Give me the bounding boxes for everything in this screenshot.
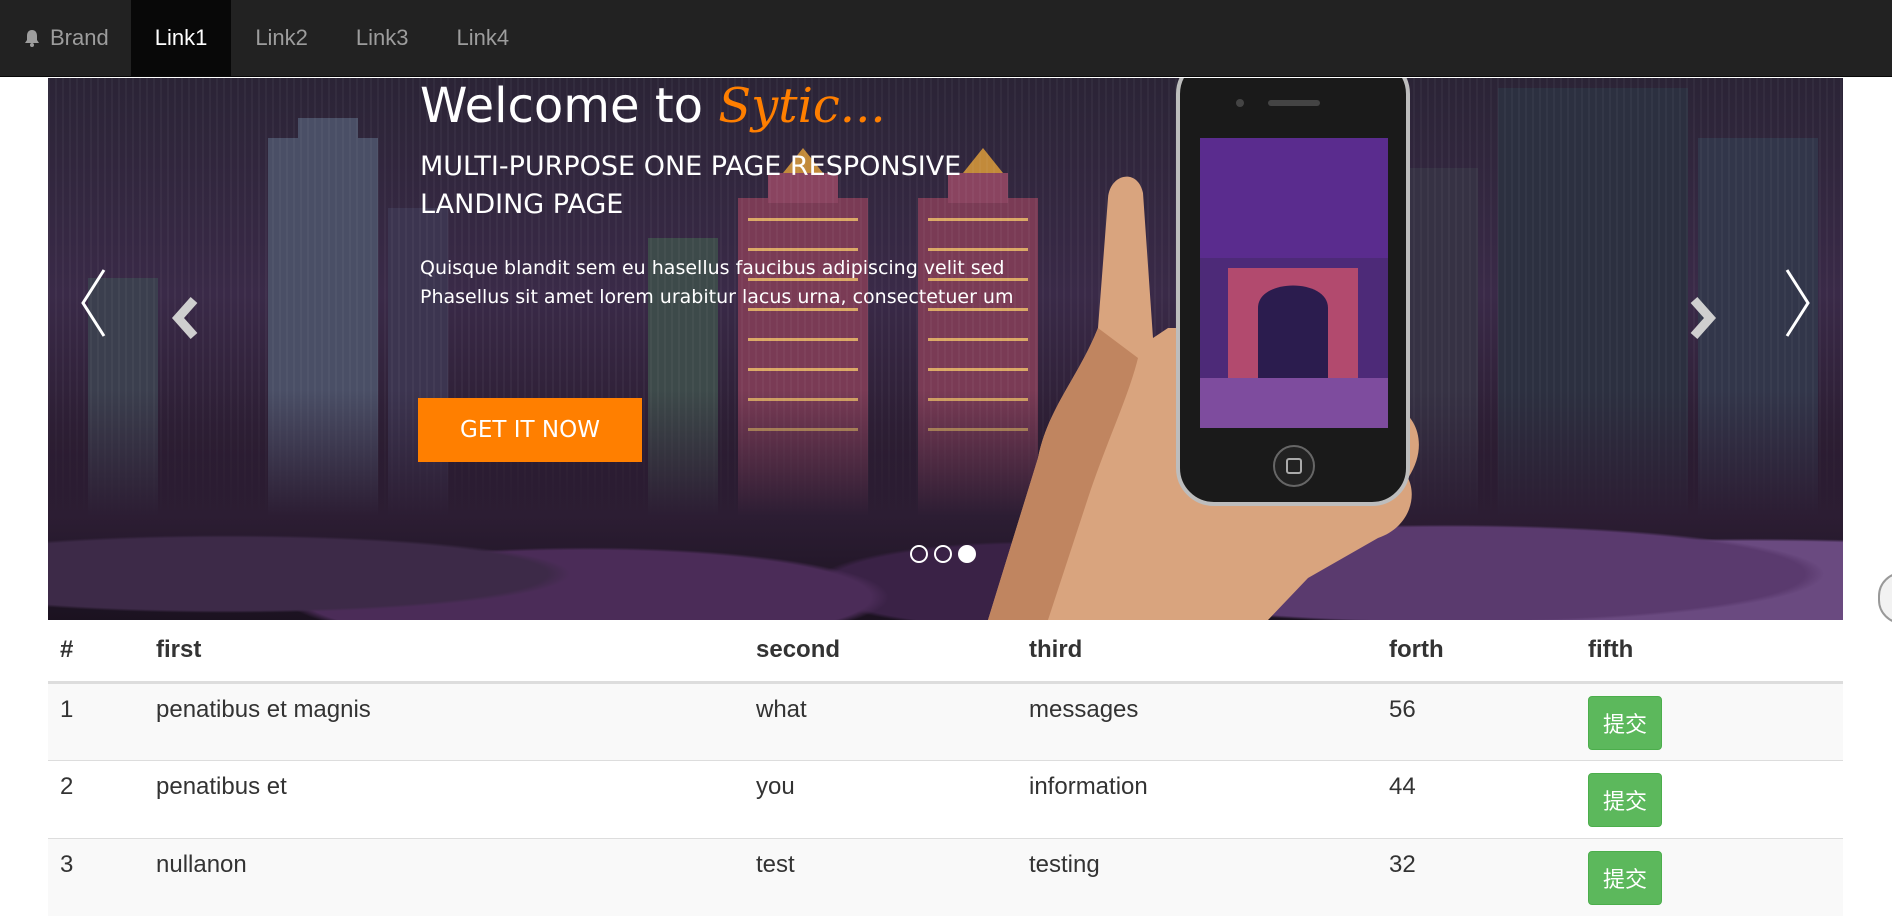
nav-link-2[interactable]: Link2 bbox=[231, 0, 332, 76]
cell-num: 3 bbox=[48, 837, 144, 916]
data-table: # first second third forth fifth 1 penat… bbox=[48, 620, 1843, 916]
table-row: 2 penatibus et you information 44 提交 bbox=[48, 759, 1843, 838]
carousel-indicator-1[interactable] bbox=[910, 545, 928, 563]
hero-carousel: Welcome to Sytic... MULTI-PURPOSE ONE PA… bbox=[48, 78, 1843, 620]
hero-description: Quisque blandit sem eu hasellus faucibus… bbox=[420, 254, 1060, 312]
navbar-brand-label: Brand bbox=[50, 25, 109, 50]
header-fifth: fifth bbox=[1576, 620, 1843, 684]
hero-title-accent: Sytic... bbox=[718, 78, 886, 134]
cell-second: you bbox=[744, 759, 1017, 838]
table-header-row: # first second third forth fifth bbox=[48, 620, 1843, 684]
navbar-brand[interactable]: Brand bbox=[0, 0, 131, 76]
outer-prev-arrow-icon[interactable] bbox=[80, 268, 106, 338]
carousel-next-chevron-icon[interactable] bbox=[1688, 296, 1718, 340]
hero-description-line2: Phasellus sit amet lorem urabitur lacus … bbox=[420, 286, 1014, 308]
cell-first: penatibus et bbox=[144, 759, 744, 838]
cell-action: 提交 bbox=[1576, 759, 1843, 838]
cell-forth: 44 bbox=[1377, 759, 1576, 838]
table-row: 3 nullanon test testing 32 提交 bbox=[48, 837, 1843, 916]
header-third: third bbox=[1017, 620, 1377, 684]
hero-title-prefix: Welcome to bbox=[420, 78, 704, 134]
carousel-prev-chevron-icon[interactable] bbox=[170, 296, 200, 340]
hand-phone-image bbox=[988, 78, 1419, 620]
cell-num: 2 bbox=[48, 759, 144, 838]
submit-button[interactable]: 提交 bbox=[1588, 695, 1663, 750]
table-row: 1 penatibus et magnis what messages 56 提… bbox=[48, 681, 1843, 760]
cell-third: messages bbox=[1017, 681, 1377, 760]
cell-action: 提交 bbox=[1576, 837, 1843, 916]
bell-icon bbox=[25, 30, 39, 47]
cell-first: nullanon bbox=[144, 837, 744, 916]
nav-link-1[interactable]: Link1 bbox=[130, 0, 232, 76]
cell-forth: 56 bbox=[1377, 681, 1576, 760]
cell-second: test bbox=[744, 837, 1017, 916]
hero-title: Welcome to Sytic... bbox=[420, 78, 886, 134]
get-it-now-button[interactable]: GET IT NOW bbox=[418, 398, 642, 462]
submit-button[interactable]: 提交 bbox=[1588, 850, 1663, 905]
header-first: first bbox=[144, 620, 744, 684]
submit-button[interactable]: 提交 bbox=[1588, 772, 1663, 827]
side-widget-handle[interactable] bbox=[1878, 572, 1892, 624]
cell-action: 提交 bbox=[1576, 681, 1843, 760]
cell-second: what bbox=[744, 681, 1017, 760]
header-forth: forth bbox=[1377, 620, 1576, 684]
cell-num: 1 bbox=[48, 681, 144, 760]
cell-third: testing bbox=[1017, 837, 1377, 916]
cell-forth: 32 bbox=[1377, 837, 1576, 916]
cell-third: information bbox=[1017, 759, 1377, 838]
cell-first: penatibus et magnis bbox=[144, 681, 744, 760]
carousel-indicators bbox=[910, 545, 976, 563]
carousel-indicator-2[interactable] bbox=[934, 545, 952, 563]
header-num: # bbox=[48, 620, 144, 684]
navbar: Brand Link1 Link2 Link3 Link4 bbox=[0, 0, 1892, 77]
outer-next-arrow-icon[interactable] bbox=[1785, 268, 1811, 338]
carousel-indicator-3[interactable] bbox=[958, 545, 976, 563]
hero-description-line1: Quisque blandit sem eu hasellus faucibus… bbox=[420, 257, 1005, 279]
nav-link-3[interactable]: Link3 bbox=[332, 0, 433, 76]
nav-link-4[interactable]: Link4 bbox=[433, 0, 534, 76]
hero-subtitle: MULTI-PURPOSE ONE PAGE RESPONSIVE LANDIN… bbox=[420, 151, 962, 220]
header-second: second bbox=[744, 620, 1017, 684]
